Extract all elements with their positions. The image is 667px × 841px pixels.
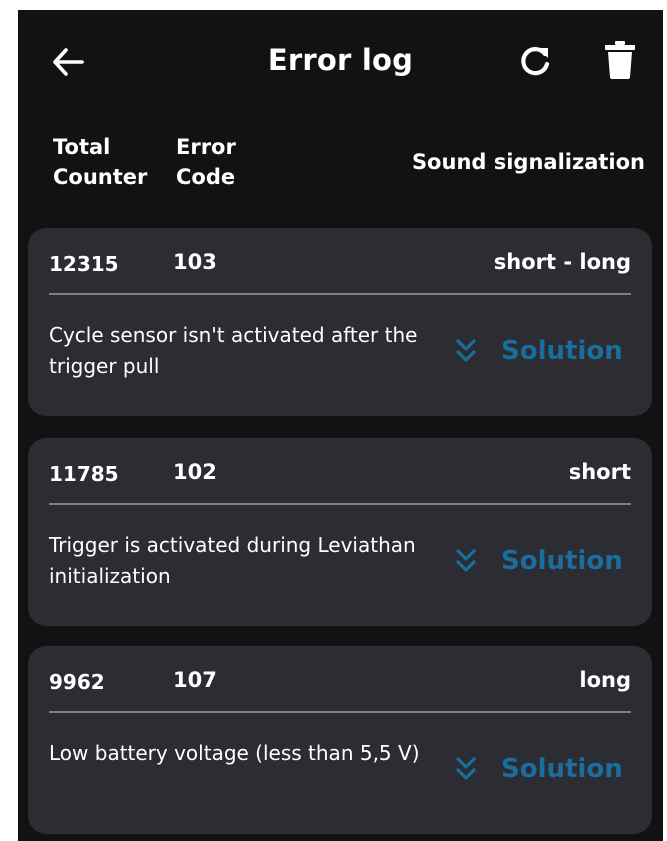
error-code: 107 [173,668,217,692]
solution-button[interactable]: Solution [453,540,623,582]
column-header-sound-signalization: Sound signalization [411,150,645,174]
solution-label: Solution [501,546,623,576]
delete-button[interactable] [598,40,642,84]
error-counter: 9962 [49,670,105,694]
app-bar: Error log [18,10,663,114]
error-card: 12315 103 short - long Cycle sensor isn'… [28,228,652,416]
error-card: 9962 107 long Low battery voltage (less … [28,646,652,834]
error-description: Low battery voltage (less than 5,5 V) [49,741,420,765]
error-description: Trigger is activated during Leviathan in… [49,533,416,588]
column-header-total-counter: Total Counter [53,132,173,192]
card-divider [49,503,631,505]
column-header-error-code: Error Code [176,132,286,192]
error-card: 11785 102 short Trigger is activated dur… [28,438,652,626]
column-header-error-code-line1: Error [176,135,236,159]
page-title: Error log [267,43,414,77]
column-header-total-counter-line1: Total [53,135,111,159]
trash-icon [605,41,635,83]
solution-label: Solution [501,754,623,784]
chevron-double-down-icon [453,548,479,574]
column-header-error-code-line2: Code [176,165,236,189]
card-divider [49,711,631,713]
card-divider [49,293,631,295]
error-description: Cycle sensor isn't activated after the t… [49,323,418,378]
sound-signalization: short [568,460,631,484]
sound-signalization: long [579,668,631,692]
solution-label: Solution [501,336,623,366]
refresh-icon [518,44,552,82]
column-header-total-counter-line2: Counter [53,165,148,189]
chevron-double-down-icon [453,338,479,364]
error-code: 102 [173,460,217,484]
sound-signalization: short - long [493,250,631,274]
refresh-button[interactable] [514,42,556,84]
chevron-double-down-icon [453,756,479,782]
error-log-screen: Error log Total Counter Error Code Sound… [18,10,663,841]
solution-button[interactable]: Solution [453,748,623,790]
error-counter: 12315 [49,252,119,276]
error-code: 103 [173,250,217,274]
error-counter: 11785 [49,462,119,486]
solution-button[interactable]: Solution [453,330,623,372]
